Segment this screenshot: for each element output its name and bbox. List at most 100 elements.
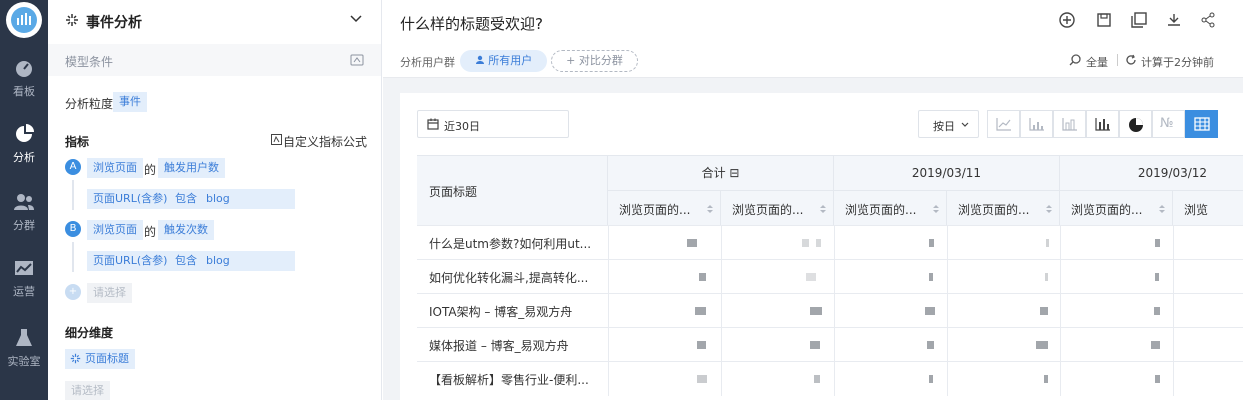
row-title[interactable]: 媒体报道 – 博客_易观方舟 <box>429 337 604 354</box>
row-title[interactable]: IOTA架构 – 博客_易观方舟 <box>429 303 604 320</box>
nav-item-lab[interactable]: 实验室 <box>0 328 48 384</box>
nav-item-operations[interactable]: 运营 <box>0 260 48 316</box>
sort-icon[interactable] <box>933 203 939 213</box>
custom-formula-link[interactable]: 自定义指标公式 <box>283 133 367 150</box>
metric-b-filter-value[interactable]: blog <box>200 251 295 271</box>
nav-item-label: 运营 <box>13 285 35 298</box>
save-model-icon[interactable] <box>350 54 364 66</box>
chevron-down-icon[interactable] <box>350 15 362 23</box>
metric-a-filter-field[interactable]: 页面URL(含参) <box>87 189 174 209</box>
column-header[interactable]: 浏览页面的... <box>834 191 947 225</box>
flask-icon <box>16 329 32 346</box>
add-metric-select[interactable]: 请选择 <box>87 283 132 303</box>
breakdown-label: 细分维度 <box>65 326 114 340</box>
sort-icon[interactable] <box>707 203 713 213</box>
segment-all-pill[interactable]: 所有用户 <box>460 50 547 72</box>
row-title[interactable]: 什么是utm参数?如何利用ut... <box>429 235 604 252</box>
number-icon: № <box>1160 116 1174 131</box>
table-cell <box>947 362 1060 396</box>
bar-chart-button[interactable] <box>1020 110 1053 138</box>
table-cell <box>947 226 1060 260</box>
compare-segment-button[interactable]: + 对比分群 <box>551 50 638 72</box>
date-range-picker[interactable]: 近30日 <box>417 110 569 138</box>
divider <box>1117 54 1118 66</box>
refresh-icon[interactable] <box>1125 54 1137 66</box>
table-row: 什么是utm参数?如何利用ut... <box>417 225 1243 260</box>
column-header-label: 浏览页面的... <box>619 203 691 217</box>
sort-icon[interactable] <box>1159 203 1165 213</box>
nav-item-segments[interactable]: 分群 <box>0 192 48 248</box>
column-header[interactable]: 浏览页面的... <box>721 191 834 225</box>
pie-chart-button[interactable] <box>1119 110 1152 138</box>
add-breakdown-select[interactable]: 请选择 <box>65 381 110 400</box>
metric-b-event[interactable]: 浏览页面 <box>87 220 143 240</box>
stacked-bar-button[interactable] <box>1053 110 1086 138</box>
metric-b-measure[interactable]: 触发次数 <box>158 220 214 240</box>
share-icon[interactable] <box>1200 12 1216 28</box>
metric-b-filter-field[interactable]: 页面URL(含参) <box>87 251 174 271</box>
table-cell <box>1173 226 1243 260</box>
save-as-icon[interactable] <box>1131 12 1147 28</box>
nav-item-analysis[interactable]: 分析 <box>0 124 48 180</box>
breakdown-tag[interactable]: 页面标题 <box>65 349 135 369</box>
dashboard-icon <box>16 61 32 77</box>
column-chart-button[interactable] <box>1086 110 1119 138</box>
table-cell <box>1060 260 1173 294</box>
column-header[interactable]: 浏览页面的... <box>947 191 1060 225</box>
metric-a-event[interactable]: 浏览页面 <box>87 158 143 178</box>
metric-a-filter-value[interactable]: blog <box>200 189 295 209</box>
column-header[interactable]: 浏览页面的... <box>1060 191 1173 225</box>
interval-select[interactable]: 按日 <box>918 110 979 138</box>
table-row: 【看板解析】零售行业-便利... <box>417 361 1243 396</box>
table-cell <box>834 362 947 396</box>
sort-icon[interactable] <box>820 203 826 213</box>
report-title[interactable]: 什么样的标题受欢迎? <box>400 13 543 34</box>
table-button[interactable] <box>1185 110 1218 138</box>
download-icon[interactable] <box>1166 12 1182 28</box>
granularity-tag[interactable]: 事件 <box>113 92 147 112</box>
condition-panel: 事件分析 模型条件 分析粒度 事件 指标 自定义指标公式 A 浏览页面 的 触发… <box>48 0 382 400</box>
interval-value: 按日 <box>933 120 955 133</box>
table-cell <box>947 294 1060 328</box>
line-chart-button[interactable] <box>987 110 1020 138</box>
table-cell <box>1173 260 1243 294</box>
table-cell <box>1173 294 1243 328</box>
event-analysis-icon <box>66 14 78 26</box>
line-chart-icon <box>996 118 1011 131</box>
app-logo[interactable] <box>6 2 42 38</box>
column-header[interactable]: 浏览页面的... <box>608 191 721 225</box>
metric-b-connector <box>72 242 74 272</box>
metric-b-filter-op[interactable]: 包含 <box>169 251 203 271</box>
calendar-icon <box>427 118 439 130</box>
redacted-value <box>695 307 706 315</box>
number-button[interactable]: № <box>1152 110 1185 138</box>
sort-icon[interactable] <box>1046 203 1052 213</box>
row-title[interactable]: 如何优化转化漏斗,提高转化... <box>429 269 604 286</box>
redacted-value <box>1155 239 1160 247</box>
add-icon[interactable] <box>1059 12 1075 28</box>
users-icon <box>14 194 34 210</box>
model-conditions-label: 模型条件 <box>65 55 114 69</box>
nav-item-dashboard[interactable]: 看板 <box>0 58 48 114</box>
metric-a-filter-op[interactable]: 包含 <box>169 189 203 209</box>
column-header[interactable]: 浏览 <box>1173 191 1243 225</box>
redacted-value <box>816 239 821 247</box>
table-cell <box>721 260 834 294</box>
full-data-toggle[interactable]: 全量 <box>1086 54 1108 70</box>
row-title[interactable]: 【看板解析】零售行业-便利... <box>429 371 604 388</box>
table-row: 媒体报道 – 博客_易观方舟 <box>417 327 1243 362</box>
table-cell <box>947 328 1060 362</box>
metric-a-measure[interactable]: 触发用户数 <box>158 158 225 178</box>
table-cell <box>834 328 947 362</box>
column-header-label: 浏览页面的... <box>732 203 804 217</box>
redacted-value <box>1045 273 1048 281</box>
redacted-value <box>1154 307 1160 315</box>
redacted-value <box>1040 307 1048 315</box>
redacted-value <box>806 273 816 281</box>
column-header-label: 浏览页面的... <box>1071 203 1143 217</box>
line-chart-icon <box>15 261 33 275</box>
add-metric-icon[interactable]: + <box>65 284 81 300</box>
save-icon[interactable] <box>1096 12 1112 28</box>
redacted-value <box>1036 341 1048 349</box>
group-header-total[interactable]: 合计 ⊟ <box>608 156 834 191</box>
